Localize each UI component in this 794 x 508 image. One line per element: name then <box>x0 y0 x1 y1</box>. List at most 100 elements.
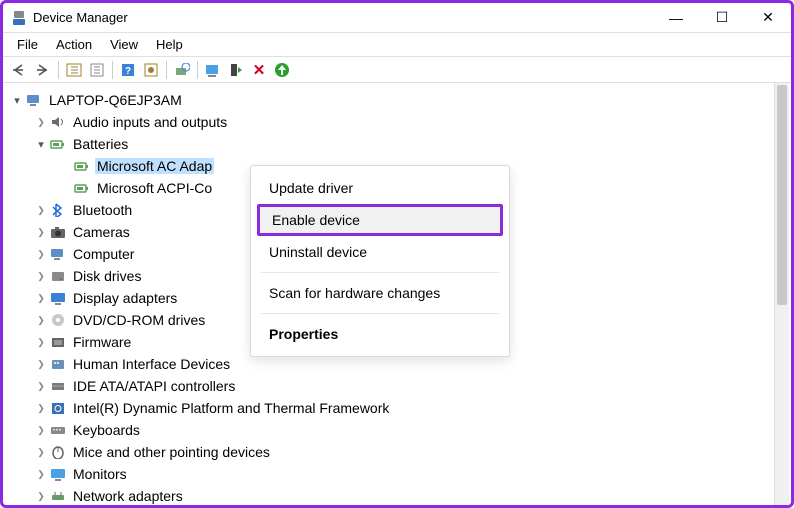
tree-item-label[interactable]: DVD/CD-ROM drives <box>71 312 207 328</box>
tree-item-label[interactable]: Firmware <box>71 334 133 350</box>
tree-arrow[interactable] <box>35 359 47 370</box>
tree-item-label[interactable]: Microsoft AC Adap <box>95 158 214 174</box>
tree-arrow[interactable] <box>35 425 47 436</box>
menu-action[interactable]: Action <box>48 35 100 54</box>
vertical-scrollbar[interactable] <box>774 83 789 505</box>
window-title: Device Manager <box>33 10 653 25</box>
tree-item-label[interactable]: LAPTOP-Q6EJP3AM <box>47 92 184 108</box>
tool-show-hidden[interactable] <box>63 60 85 80</box>
tree-arrow[interactable] <box>35 271 47 282</box>
tree-item-label[interactable]: Keyboards <box>71 422 142 438</box>
tree-item-label[interactable]: Audio inputs and outputs <box>71 114 229 130</box>
tree-category-monitor[interactable]: Monitors <box>7 463 770 485</box>
disk-icon <box>49 268 67 284</box>
forward-button[interactable] <box>32 60 54 80</box>
menu-file[interactable]: File <box>9 35 46 54</box>
tree-arrow[interactable] <box>35 315 47 326</box>
intel-icon <box>49 400 67 416</box>
tree-category-network[interactable]: Network adapters <box>7 485 770 505</box>
tree-arrow[interactable] <box>35 469 47 480</box>
tree-arrow[interactable] <box>35 117 47 128</box>
tree-arrow[interactable] <box>35 205 47 216</box>
firmware-icon <box>49 334 67 350</box>
ide-icon <box>49 378 67 394</box>
svg-text:?: ? <box>125 66 131 77</box>
tree-arrow[interactable] <box>35 491 47 502</box>
menu-help[interactable]: Help <box>148 35 191 54</box>
battery-icon <box>73 180 91 196</box>
monitor-icon <box>49 466 67 482</box>
audio-icon <box>49 114 67 130</box>
tool-update-icon[interactable] <box>202 60 224 80</box>
tree-category-audio[interactable]: Audio inputs and outputs <box>7 111 770 133</box>
tree-arrow[interactable] <box>35 403 47 414</box>
tree-item-label[interactable]: Display adapters <box>71 290 179 306</box>
tree-item-label[interactable]: Human Interface Devices <box>71 356 232 372</box>
tool-action-icon[interactable] <box>140 60 162 80</box>
tree-item-label[interactable]: Intel(R) Dynamic Platform and Thermal Fr… <box>71 400 391 416</box>
tool-enable-icon[interactable] <box>225 60 247 80</box>
toolbar-separator <box>197 61 198 79</box>
tree-item-label[interactable]: Bluetooth <box>71 202 134 218</box>
menu-separator <box>261 313 499 314</box>
tree-arrow[interactable] <box>35 447 47 458</box>
display-icon <box>49 290 67 306</box>
tree-arrow[interactable] <box>35 337 47 348</box>
maximize-button[interactable]: ☐ <box>699 3 745 33</box>
tree-item-label[interactable]: Disk drives <box>71 268 143 284</box>
context-menu-item[interactable]: Scan for hardware changes <box>251 277 509 309</box>
context-menu-item[interactable]: Uninstall device <box>251 236 509 268</box>
tree-category-intel[interactable]: Intel(R) Dynamic Platform and Thermal Fr… <box>7 397 770 419</box>
tool-uninstall-icon[interactable]: ✕ <box>248 60 270 80</box>
toolbar-separator <box>58 61 59 79</box>
tree-category-battery[interactable]: Batteries <box>7 133 770 155</box>
tree-arrow[interactable] <box>11 94 23 107</box>
menu-separator <box>261 272 499 273</box>
hid-icon <box>49 356 67 372</box>
tree-category-ide[interactable]: IDE ATA/ATAPI controllers <box>7 375 770 397</box>
toolbar: ? ✕ <box>3 57 791 83</box>
toolbar-separator <box>166 61 167 79</box>
device-manager-icon <box>11 10 27 26</box>
mouse-icon <box>49 444 67 460</box>
battery-icon <box>49 136 67 152</box>
tree-item-label[interactable]: IDE ATA/ATAPI controllers <box>71 378 237 394</box>
tree-item-label[interactable]: Computer <box>71 246 136 262</box>
tree-item-label[interactable]: Monitors <box>71 466 129 482</box>
tree-root[interactable]: LAPTOP-Q6EJP3AM <box>7 89 770 111</box>
back-button[interactable] <box>9 60 31 80</box>
computer-icon <box>25 92 43 108</box>
titlebar: Device Manager — ☐ ✕ <box>3 3 791 33</box>
menu-bar: File Action View Help <box>3 33 791 57</box>
bluetooth-icon <box>49 202 67 218</box>
tool-help-icon[interactable]: ? <box>117 60 139 80</box>
scrollbar-thumb[interactable] <box>777 85 787 305</box>
close-button[interactable]: ✕ <box>745 3 791 33</box>
tree-item-label[interactable]: Batteries <box>71 136 130 152</box>
tree-arrow[interactable] <box>35 227 47 238</box>
camera-icon <box>49 224 67 240</box>
tree-item-label[interactable]: Microsoft ACPI-Co <box>95 180 214 196</box>
tree-item-label[interactable]: Mice and other pointing devices <box>71 444 272 460</box>
tool-add-legacy-icon[interactable] <box>271 60 293 80</box>
keyboard-icon <box>49 422 67 438</box>
tool-scan-icon[interactable] <box>171 60 193 80</box>
tree-arrow[interactable] <box>35 381 47 392</box>
window-controls: — ☐ ✕ <box>653 3 791 33</box>
tree-category-keyboard[interactable]: Keyboards <box>7 419 770 441</box>
context-menu-item[interactable]: Properties <box>251 318 509 350</box>
context-menu-item[interactable]: Enable device <box>257 204 503 236</box>
tree-item-label[interactable]: Network adapters <box>71 488 185 504</box>
context-menu-item[interactable]: Update driver <box>251 172 509 204</box>
battery-icon <box>73 158 91 174</box>
tree-item-label[interactable]: Cameras <box>71 224 132 240</box>
tree-arrow[interactable] <box>35 293 47 304</box>
tree-arrow[interactable] <box>35 249 47 260</box>
menu-view[interactable]: View <box>102 35 146 54</box>
tree-category-mouse[interactable]: Mice and other pointing devices <box>7 441 770 463</box>
tool-properties-icon[interactable] <box>86 60 108 80</box>
minimize-button[interactable]: — <box>653 3 699 33</box>
dvd-icon <box>49 312 67 328</box>
tree-arrow[interactable] <box>35 138 47 151</box>
toolbar-separator <box>112 61 113 79</box>
